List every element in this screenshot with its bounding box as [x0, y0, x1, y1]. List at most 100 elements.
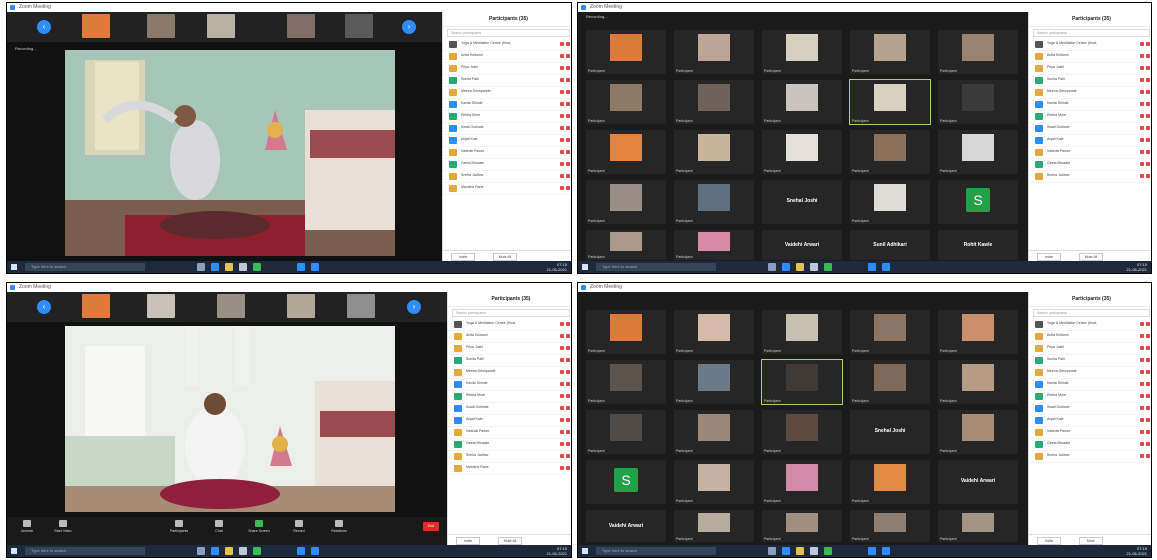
- participant-row[interactable]: Rekha More: [448, 391, 571, 403]
- gallery-tile[interactable]: Participant: [762, 30, 842, 74]
- participant-row[interactable]: Yoga & Meditation Centre (Host, me): [443, 39, 571, 51]
- name-only-tile[interactable]: Sunil Adhikari: [850, 230, 930, 260]
- video-thumb[interactable]: [82, 14, 110, 38]
- edge-icon[interactable]: [782, 263, 790, 271]
- gallery-tile[interactable]: Participant: [586, 360, 666, 404]
- zoom-app-icon[interactable]: [868, 263, 876, 271]
- participant-row[interactable]: Sneha Jadhav: [1029, 171, 1151, 183]
- chrome-icon[interactable]: [824, 263, 832, 271]
- invite-button[interactable]: Invite: [1037, 537, 1061, 545]
- taskbar-search-input[interactable]: Type here to search: [596, 263, 716, 271]
- zoom-app-icon[interactable]: [311, 547, 319, 555]
- name-only-tile[interactable]: Vaidehi Arwari: [762, 230, 842, 260]
- participant-row[interactable]: Swati Gokhale: [443, 123, 571, 135]
- participant-row[interactable]: Swati Gokhale: [1029, 403, 1151, 415]
- video-thumb[interactable]: [147, 14, 175, 38]
- taskview-icon[interactable]: [768, 263, 776, 271]
- chrome-icon[interactable]: [824, 547, 832, 555]
- store-icon[interactable]: [239, 547, 247, 555]
- name-only-tile[interactable]: Vaidehi Arwari: [938, 460, 1018, 504]
- chrome-icon[interactable]: [253, 547, 261, 555]
- gallery-tile[interactable]: Participant: [938, 80, 1018, 124]
- participant-row[interactable]: Swati Gokhale: [1029, 123, 1151, 135]
- participant-row[interactable]: Kavita Shinde: [443, 99, 571, 111]
- gallery-tile[interactable]: Participant: [674, 130, 754, 174]
- invite-button[interactable]: Invite: [1037, 253, 1061, 261]
- chat-button[interactable]: Chat: [207, 519, 231, 535]
- participant-search-input[interactable]: Search participants: [447, 29, 570, 37]
- video-thumb[interactable]: [217, 294, 245, 318]
- gallery-tile[interactable]: Participant: [586, 130, 666, 174]
- participant-row[interactable]: Rekha More: [1029, 391, 1151, 403]
- gallery-tile[interactable]: Participant: [850, 30, 930, 74]
- gallery-tile[interactable]: Participant: [674, 30, 754, 74]
- chrome-icon[interactable]: [253, 263, 261, 271]
- taskbar-search-input[interactable]: Type here to search: [25, 547, 145, 555]
- participant-search-input[interactable]: Search participants: [452, 309, 570, 317]
- record-button[interactable]: Record: [287, 519, 311, 535]
- participant-row[interactable]: Sunita Patil: [443, 75, 571, 87]
- participant-row[interactable]: Priya Joshi: [1029, 343, 1151, 355]
- participant-row[interactable]: Meena Deshpande: [448, 367, 571, 379]
- taskview-icon[interactable]: [197, 263, 205, 271]
- name-only-tile[interactable]: Vaidehi Arwari: [586, 510, 666, 542]
- participant-row[interactable]: Anjali Kale: [1029, 415, 1151, 427]
- participant-row[interactable]: Priya Joshi: [443, 63, 571, 75]
- folder-icon[interactable]: [796, 547, 804, 555]
- more-button[interactable]: More: [1079, 537, 1103, 545]
- folder-icon[interactable]: [225, 547, 233, 555]
- participant-row[interactable]: Anita Kulkarni: [1029, 51, 1151, 63]
- letter-avatar-tile[interactable]: S: [586, 460, 666, 504]
- gallery-tile[interactable]: Participant: [586, 230, 666, 260]
- participant-row[interactable]: Meena Deshpande: [1029, 87, 1151, 99]
- gallery-tile[interactable]: Participant: [586, 410, 666, 454]
- gallery-tile[interactable]: Participant: [850, 460, 930, 504]
- gallery-tile[interactable]: Participant: [586, 180, 666, 224]
- gallery-tile[interactable]: Participant: [938, 410, 1018, 454]
- video-thumb[interactable]: [287, 294, 315, 318]
- participant-row[interactable]: Vaishali Pawar: [443, 147, 571, 159]
- participant-row[interactable]: Geeta Bhosale: [1029, 439, 1151, 451]
- mute-all-button[interactable]: Mute All: [498, 537, 522, 545]
- name-only-tile[interactable]: Snehal Joshi: [850, 410, 930, 454]
- edge-icon[interactable]: [211, 547, 219, 555]
- participant-row[interactable]: Yoga & Meditation Centre (Host, me): [1029, 39, 1151, 51]
- participant-row[interactable]: Meena Deshpande: [1029, 367, 1151, 379]
- gallery-tile[interactable]: Participant: [762, 460, 842, 504]
- reactions-button[interactable]: Reactions: [327, 519, 351, 535]
- taskbar-search-input[interactable]: Type here to search: [596, 547, 716, 555]
- zoom-app-icon[interactable]: [297, 547, 305, 555]
- gallery-tile[interactable]: Participant: [938, 30, 1018, 74]
- participant-search-input[interactable]: Search participants: [1033, 309, 1150, 317]
- participant-row[interactable]: Vaishali Pawar: [448, 427, 571, 439]
- folder-icon[interactable]: [796, 263, 804, 271]
- end-meeting-button[interactable]: End: [423, 522, 439, 531]
- gallery-tile[interactable]: Participant: [762, 510, 842, 542]
- gallery-tile[interactable]: Participant: [938, 510, 1018, 542]
- gallery-tile[interactable]: Participant: [850, 310, 930, 354]
- zoom-app-icon[interactable]: [868, 547, 876, 555]
- gallery-tile[interactable]: Participant: [938, 130, 1018, 174]
- gallery-tile[interactable]: Participant: [850, 180, 930, 224]
- gallery-tile[interactable]: Participant: [674, 460, 754, 504]
- participant-row[interactable]: Manisha Rane: [443, 183, 571, 195]
- windows-start-icon[interactable]: [11, 264, 17, 270]
- name-only-tile[interactable]: Snehal Joshi: [762, 180, 842, 224]
- gallery-tile[interactable]: Participant: [674, 310, 754, 354]
- participant-row[interactable]: Geeta Bhosale: [443, 159, 571, 171]
- participant-row[interactable]: Sneha Jadhav: [448, 451, 571, 463]
- gallery-tile[interactable]: Participant: [850, 130, 930, 174]
- taskview-icon[interactable]: [768, 547, 776, 555]
- participant-row[interactable]: Yoga & Meditation Centre (Host, me): [1029, 319, 1151, 331]
- prev-page-icon[interactable]: ‹: [37, 300, 51, 314]
- participant-row[interactable]: Sneha Jadhav: [1029, 451, 1151, 463]
- store-icon[interactable]: [810, 547, 818, 555]
- active-speaker-tile[interactable]: Participant: [849, 79, 931, 125]
- video-thumb[interactable]: [147, 294, 175, 318]
- video-thumb[interactable]: [345, 14, 373, 38]
- participant-row[interactable]: Kavita Shinde: [448, 379, 571, 391]
- active-speaker-tile[interactable]: Participant: [761, 359, 843, 405]
- participant-row[interactable]: Sunita Patil: [1029, 75, 1151, 87]
- video-thumb[interactable]: [82, 294, 110, 318]
- participant-row[interactable]: Meena Deshpande: [443, 87, 571, 99]
